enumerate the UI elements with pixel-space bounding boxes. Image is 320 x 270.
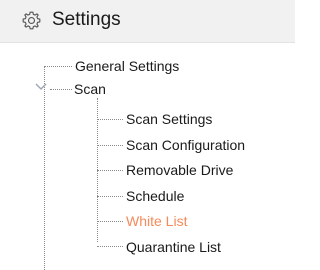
tree-item-white-list[interactable]: White List xyxy=(126,212,187,230)
tree-connector xyxy=(97,119,123,120)
tree-item-scan[interactable]: Scan xyxy=(74,80,106,98)
tree-connector xyxy=(97,170,123,171)
tree-connector xyxy=(50,89,72,90)
tree-connector xyxy=(97,145,123,146)
settings-tree: General Settings Scan Scan Settings Scan… xyxy=(0,0,295,270)
chevron-down-icon[interactable] xyxy=(34,82,48,92)
tree-item-scan-configuration[interactable]: Scan Configuration xyxy=(126,136,245,154)
tree-connector xyxy=(44,66,45,270)
tree-connector xyxy=(44,66,72,67)
tree-item-general-settings[interactable]: General Settings xyxy=(75,57,179,75)
tree-item-schedule[interactable]: Schedule xyxy=(126,187,184,205)
tree-item-scan-settings[interactable]: Scan Settings xyxy=(126,110,212,128)
tree-connector xyxy=(97,246,123,247)
tree-item-removable-drive[interactable]: Removable Drive xyxy=(126,161,233,179)
tree-connector xyxy=(97,196,123,197)
tree-item-quarantine-list[interactable]: Quarantine List xyxy=(126,238,221,256)
tree-connector xyxy=(97,221,123,222)
